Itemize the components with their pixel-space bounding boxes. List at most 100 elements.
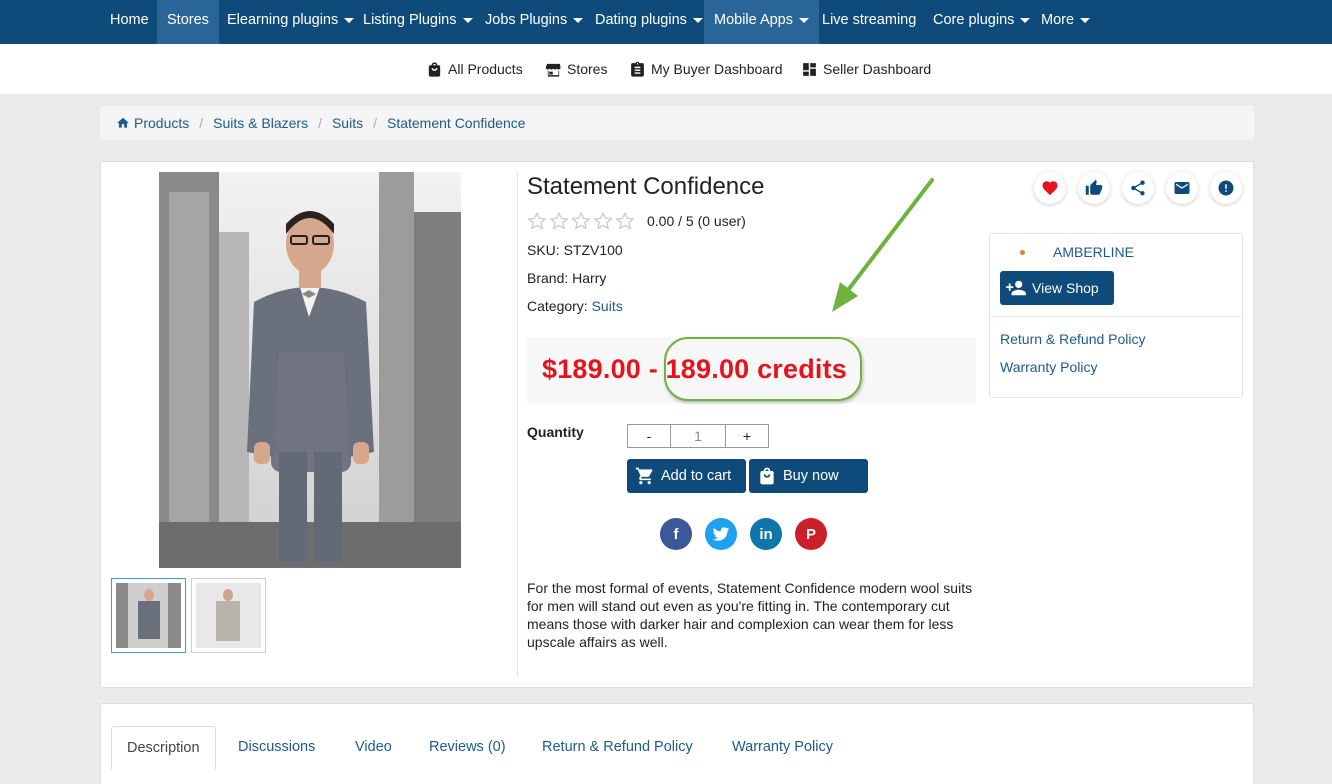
tab-return-policy[interactable]: Return & Refund Policy (542, 726, 693, 770)
nav-mobile-apps-label: Mobile Apps (714, 12, 793, 28)
rating: 0.00 / 5 (0 user) (527, 211, 746, 231)
facebook-icon[interactable]: f (660, 518, 692, 550)
subnav-seller-dashboard[interactable]: Seller Dashboard (801, 58, 931, 80)
caret-down-icon (692, 17, 703, 23)
report-button[interactable] (1210, 172, 1242, 204)
nav-dating-label: Dating plugins (595, 12, 687, 28)
quantity-input[interactable]: 1 (670, 425, 726, 447)
nav-more-label: More (1041, 12, 1075, 28)
nav-jobs[interactable]: Jobs Plugins (475, 0, 593, 44)
seller-name[interactable]: AMBERLINE (1053, 244, 1134, 260)
caret-down-icon (1020, 17, 1031, 23)
thumbnail-image (196, 583, 261, 648)
nav-listing[interactable]: Listing Plugins (353, 0, 483, 44)
rating-text: 0.00 / 5 (0 user) (647, 213, 746, 229)
breadcrumb-separator: / (199, 115, 204, 131)
nav-mobile-apps[interactable]: Mobile Apps (704, 0, 819, 44)
nav-more[interactable]: More (1031, 0, 1100, 44)
cart-icon (635, 467, 653, 485)
product-brand: Brand: Harry (527, 270, 607, 286)
subnav-all-products-label: All Products (448, 61, 523, 77)
nav-live-streaming-label: Live streaming (822, 12, 917, 28)
twitter-bird-glyph (712, 527, 730, 541)
star-empty-icon[interactable] (571, 211, 591, 231)
clipboard-icon (631, 61, 644, 77)
quantity-increase-button[interactable]: + (726, 425, 768, 447)
view-shop-label: View Shop (1032, 280, 1099, 296)
breadcrumb: Products / Suits & Blazers / Suits / Sta… (100, 106, 1254, 140)
twitter-icon[interactable] (705, 518, 737, 550)
nav-listing-label: Listing Plugins (363, 12, 457, 28)
nav-home[interactable]: Home (100, 0, 159, 44)
caret-down-icon (573, 17, 584, 23)
return-policy-link[interactable]: Return & Refund Policy (1000, 331, 1146, 347)
category-link[interactable]: Suits (592, 298, 623, 314)
subnav-all-products[interactable]: All Products (426, 58, 523, 80)
quantity-decrease-button[interactable]: - (628, 425, 670, 447)
nav-stores-label: Stores (167, 12, 209, 28)
tab-description[interactable]: Description (111, 726, 216, 770)
product-thumbnail-1[interactable] (111, 578, 186, 653)
product-main-image[interactable] (159, 172, 461, 568)
email-button[interactable] (1166, 172, 1198, 204)
suit-photo (159, 172, 461, 568)
tab-reviews[interactable]: Reviews (0) (429, 726, 506, 770)
quantity-stepper: - 1 + (627, 424, 769, 448)
star-empty-icon[interactable] (527, 211, 547, 231)
nav-dating[interactable]: Dating plugins (585, 0, 713, 44)
nav-elearning[interactable]: Elearning plugins (217, 0, 364, 44)
subnav-buyer-dashboard[interactable]: My Buyer Dashboard (629, 58, 783, 80)
tab-discussions[interactable]: Discussions (238, 726, 315, 770)
add-to-cart-button[interactable]: Add to cart (627, 459, 746, 493)
product-tabs: Description Discussions Video Reviews (0… (100, 703, 1254, 784)
view-shop-button[interactable]: View Shop (1000, 271, 1114, 305)
highlight-oval (664, 337, 862, 401)
column-divider (517, 172, 518, 677)
quantity-label: Quantity (527, 424, 584, 440)
thumbnail-image (116, 583, 181, 648)
buy-now-label: Buy now (783, 468, 839, 484)
warranty-policy-link[interactable]: Warranty Policy (1000, 359, 1098, 375)
report-icon (1218, 180, 1234, 196)
star-empty-icon[interactable] (593, 211, 613, 231)
star-empty-icon[interactable] (549, 211, 569, 231)
buy-now-button[interactable]: Buy now (749, 459, 868, 493)
subnav-stores-label: Stores (567, 61, 608, 77)
price-box: $189.00 - 189.00 credits (527, 337, 976, 403)
caret-down-icon (462, 17, 473, 23)
add-to-cart-label: Add to cart (661, 468, 732, 484)
nav-stores[interactable]: Stores (157, 0, 219, 44)
linkedin-icon[interactable]: in (750, 518, 782, 550)
tab-warranty-policy[interactable]: Warranty Policy (732, 726, 833, 770)
star-empty-icon[interactable] (615, 211, 635, 231)
share-button[interactable] (1122, 172, 1154, 204)
heart-icon (1042, 181, 1058, 196)
product-sku: SKU: STZV100 (527, 242, 623, 258)
breadcrumb-suits-blazers[interactable]: Suits & Blazers (213, 115, 308, 131)
tab-video[interactable]: Video (355, 726, 392, 770)
seller-box: AMBERLINE View Shop Return & Refund Poli… (989, 233, 1243, 398)
store-icon (545, 63, 561, 77)
mail-icon (1174, 182, 1190, 194)
wishlist-button[interactable] (1034, 172, 1066, 204)
shopping-bag-icon (760, 467, 774, 485)
pinterest-icon[interactable]: P (795, 518, 827, 550)
caret-down-icon (799, 17, 809, 23)
product-title: Statement Confidence (527, 173, 765, 200)
like-button[interactable] (1078, 172, 1110, 204)
thumbs-up-icon (1085, 179, 1103, 195)
breadcrumb-separator: / (373, 115, 377, 131)
dashboard-icon (803, 62, 816, 76)
breadcrumb-suits[interactable]: Suits (332, 115, 363, 131)
nav-elearning-label: Elearning plugins (227, 12, 339, 28)
product-thumbnail-2[interactable] (191, 578, 266, 653)
nav-core-plugins[interactable]: Core plugins (923, 0, 1040, 44)
bag-icon (428, 61, 441, 77)
nav-jobs-label: Jobs Plugins (485, 12, 568, 28)
breadcrumb-products[interactable]: Products (116, 115, 189, 131)
home-icon (117, 117, 129, 128)
top-navbar: Home Stores Elearning plugins Listing Pl… (0, 0, 1332, 44)
breadcrumb-current: Statement Confidence (386, 115, 526, 131)
nav-live-streaming[interactable]: Live streaming (812, 0, 926, 44)
subnav-stores[interactable]: Stores (545, 58, 607, 80)
